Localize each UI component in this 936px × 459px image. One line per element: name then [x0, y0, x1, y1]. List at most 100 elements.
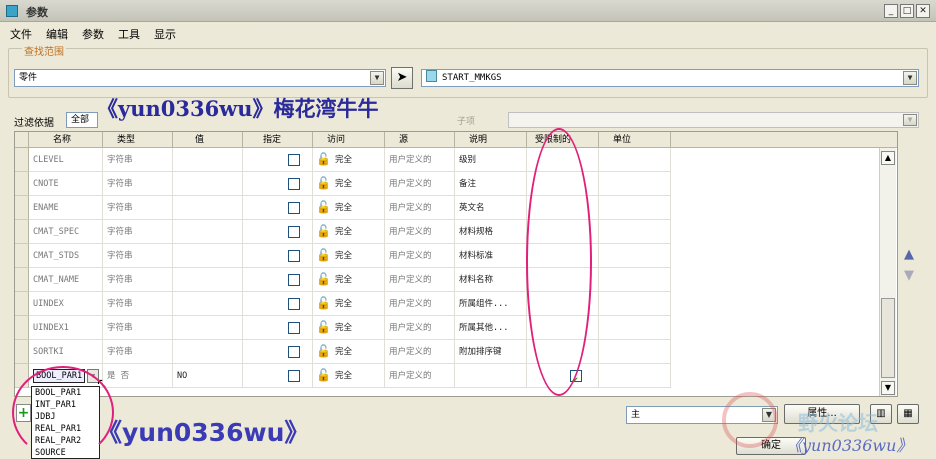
value-cell[interactable]	[173, 196, 243, 220]
value-cell[interactable]	[173, 148, 243, 172]
scope-type-select[interactable]: 零件 ▼	[14, 69, 386, 87]
unit-cell[interactable]	[599, 364, 671, 388]
table-edit-icon[interactable]: ▦	[897, 404, 919, 424]
value-cell[interactable]	[173, 268, 243, 292]
row-header[interactable]	[15, 340, 29, 364]
access-cell[interactable]: 🔓 完全	[313, 148, 385, 172]
menu-parameters[interactable]: 参数	[82, 26, 104, 42]
source-cell[interactable]: 用户定义的	[385, 196, 455, 220]
source-cell[interactable]: 用户定义的	[385, 220, 455, 244]
close-icon[interactable]: ✕	[916, 4, 930, 18]
designate-checkbox[interactable]	[288, 298, 300, 310]
row-header[interactable]	[15, 172, 29, 196]
unit-cell[interactable]	[599, 340, 671, 364]
menu-tools[interactable]: 工具	[118, 26, 140, 42]
designate-checkbox[interactable]	[288, 202, 300, 214]
designate-checkbox[interactable]	[288, 370, 300, 382]
row-header[interactable]	[15, 268, 29, 292]
value-cell[interactable]	[173, 292, 243, 316]
desc-cell[interactable]: 所属其他...	[455, 316, 527, 340]
unit-cell[interactable]	[599, 244, 671, 268]
name-cell[interactable]: CMAT_SPEC	[29, 220, 103, 244]
access-cell[interactable]: 🔓 完全	[313, 292, 385, 316]
col-header-designate[interactable]: 指定	[243, 132, 313, 148]
access-cell[interactable]: 🔓 完全	[313, 172, 385, 196]
designate-checkbox[interactable]	[288, 226, 300, 238]
access-cell[interactable]: 🔓 完全	[313, 364, 385, 388]
col-header-access[interactable]: 访问	[313, 132, 385, 148]
row-header[interactable]	[15, 244, 29, 268]
minimize-icon[interactable]: _	[884, 4, 898, 18]
designate-cell[interactable]	[243, 172, 313, 196]
col-header-name[interactable]: 名称	[29, 132, 103, 148]
row-header[interactable]	[15, 316, 29, 340]
row-header[interactable]	[15, 148, 29, 172]
value-cell[interactable]	[173, 316, 243, 340]
maximize-icon[interactable]: □	[900, 4, 914, 18]
designate-cell[interactable]	[243, 220, 313, 244]
menu-display[interactable]: 显示	[154, 26, 176, 42]
type-cell[interactable]: 字符串	[103, 268, 173, 292]
designate-checkbox[interactable]	[288, 346, 300, 358]
designate-cell[interactable]	[243, 268, 313, 292]
row-header[interactable]	[15, 220, 29, 244]
designate-checkbox[interactable]	[288, 250, 300, 262]
unit-cell[interactable]	[599, 196, 671, 220]
desc-cell[interactable]: 备注	[455, 172, 527, 196]
name-cell[interactable]: ENAME	[29, 196, 103, 220]
scroll-thumb[interactable]	[881, 298, 895, 378]
name-cell[interactable]: CMAT_NAME	[29, 268, 103, 292]
select-model-button[interactable]: ➤	[391, 67, 413, 89]
source-cell[interactable]: 用户定义的	[385, 268, 455, 292]
scroll-down-icon[interactable]: ▼	[881, 381, 895, 395]
source-cell[interactable]: 用户定义的	[385, 172, 455, 196]
desc-cell[interactable]: 材料规格	[455, 220, 527, 244]
menu-file[interactable]: 文件	[10, 26, 32, 42]
desc-cell[interactable]: 材料名称	[455, 268, 527, 292]
type-cell[interactable]: 字符串	[103, 172, 173, 196]
designate-checkbox[interactable]	[288, 322, 300, 334]
row-header[interactable]	[15, 292, 29, 316]
move-up-icon[interactable]: ▲	[904, 247, 914, 262]
designate-cell[interactable]	[243, 340, 313, 364]
desc-cell[interactable]: 级别	[455, 148, 527, 172]
source-cell[interactable]: 用户定义的	[385, 292, 455, 316]
scope-model-select[interactable]: START_MMKGS ▼	[421, 69, 919, 87]
move-down-icon[interactable]: ▼	[904, 268, 914, 283]
value-cell[interactable]	[173, 244, 243, 268]
designate-checkbox[interactable]	[288, 178, 300, 190]
table-scrollbar[interactable]: ▲ ▼	[879, 148, 896, 396]
desc-cell[interactable]	[455, 364, 527, 388]
desc-cell[interactable]: 附加排序键	[455, 340, 527, 364]
desc-cell[interactable]: 所属组件...	[455, 292, 527, 316]
access-cell[interactable]: 🔓 完全	[313, 268, 385, 292]
unit-cell[interactable]	[599, 172, 671, 196]
col-header-type[interactable]: 类型	[103, 132, 173, 148]
value-cell[interactable]	[173, 340, 243, 364]
unit-cell[interactable]	[599, 292, 671, 316]
designate-checkbox[interactable]	[288, 154, 300, 166]
type-cell[interactable]: 字符串	[103, 244, 173, 268]
name-cell[interactable]: CNOTE	[29, 172, 103, 196]
col-header-description[interactable]: 说明	[455, 132, 527, 148]
name-cell[interactable]: CLEVEL	[29, 148, 103, 172]
designate-cell[interactable]	[243, 244, 313, 268]
desc-cell[interactable]: 材料标准	[455, 244, 527, 268]
name-cell[interactable]: CMAT_STDS	[29, 244, 103, 268]
type-cell[interactable]: 字符串	[103, 220, 173, 244]
value-cell[interactable]: NO	[173, 364, 243, 388]
source-cell[interactable]: 用户定义的	[385, 244, 455, 268]
access-cell[interactable]: 🔓 完全	[313, 316, 385, 340]
designate-cell[interactable]	[243, 316, 313, 340]
value-cell[interactable]	[173, 172, 243, 196]
type-cell[interactable]: 字符串	[103, 292, 173, 316]
name-cell[interactable]: SORTKI	[29, 340, 103, 364]
access-cell[interactable]: 🔓 完全	[313, 340, 385, 364]
type-cell[interactable]: 字符串	[103, 148, 173, 172]
source-cell[interactable]: 用户定义的	[385, 316, 455, 340]
sub-item-select[interactable]: ▼	[508, 112, 919, 128]
chevron-down-icon[interactable]: ▼	[370, 71, 384, 85]
type-cell[interactable]: 字符串	[103, 196, 173, 220]
type-cell[interactable]: 字符串	[103, 316, 173, 340]
designate-cell[interactable]	[243, 196, 313, 220]
